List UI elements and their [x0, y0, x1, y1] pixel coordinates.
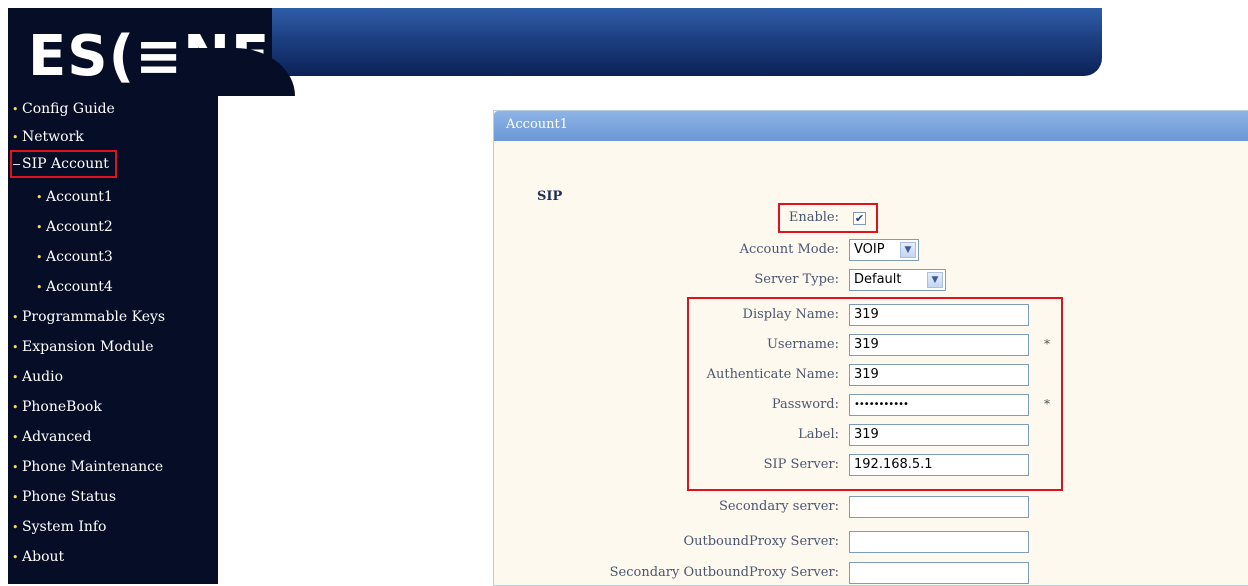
bullet-icon: • — [12, 551, 19, 564]
bullet-icon: • — [12, 341, 19, 354]
label-input[interactable]: 319 — [849, 424, 1029, 446]
bullet-icon: • — [12, 461, 19, 474]
chevron-down-icon: ▼ — [900, 242, 916, 258]
nav-phone-status[interactable]: • Phone Status — [12, 484, 116, 510]
nav-programmable-keys[interactable]: • Programmable Keys — [12, 304, 165, 330]
chevron-down-icon: ▼ — [927, 272, 943, 288]
secondary-outbound-proxy-label: Secondary OutboundProxy Server: — [609, 565, 839, 580]
bullet-icon: • — [12, 491, 19, 504]
nav-label: Phone Status — [22, 489, 117, 505]
server-type-value: Default — [854, 272, 902, 287]
nav-config-guide[interactable]: • Config Guide — [12, 96, 115, 122]
nav-label: Config Guide — [22, 101, 115, 117]
panel-title: Account1 — [506, 117, 569, 132]
nav-label: Audio — [22, 369, 63, 385]
nav-label: Programmable Keys — [22, 309, 166, 325]
nav-about[interactable]: • About — [12, 544, 64, 570]
outbound-proxy-label: OutboundProxy Server: — [683, 534, 839, 549]
nav-account4[interactable]: • Account4 — [36, 274, 113, 300]
username-label: Username: — [766, 337, 839, 352]
account-mode-label: Account Mode: — [739, 242, 839, 257]
nav-account3[interactable]: • Account3 — [36, 244, 113, 270]
nav-label: Phone Maintenance — [22, 459, 164, 475]
nav-label: Account4 — [46, 279, 113, 295]
nav-label: Advanced — [22, 429, 92, 445]
account-mode-select[interactable]: VOIP ▼ — [849, 239, 919, 261]
display-name-label: Display Name: — [742, 307, 839, 322]
bullet-icon: • — [36, 251, 43, 264]
nav-label: Network — [22, 129, 84, 145]
header-banner — [272, 8, 1102, 76]
check-icon: ✔ — [854, 212, 865, 225]
bullet-icon: • — [12, 431, 19, 444]
nav-system-info[interactable]: • System Info — [12, 514, 106, 540]
nav-advanced[interactable]: • Advanced — [12, 424, 91, 450]
panel-header: Account1 — [494, 111, 1248, 141]
nav-label: PhoneBook — [22, 399, 102, 415]
nav-label: About — [22, 549, 65, 565]
authenticate-name-input[interactable]: 319 — [849, 364, 1029, 386]
bullet-icon: • — [12, 371, 19, 384]
sip-server-label: SIP Server: — [763, 457, 839, 472]
bullet-icon: • — [12, 131, 19, 144]
nav-expansion-module[interactable]: • Expansion Module — [12, 334, 154, 360]
collapse-icon: − — [12, 158, 22, 171]
authenticate-name-label: Authenticate Name: — [706, 367, 839, 382]
password-input[interactable]: ••••••••••• — [849, 394, 1029, 416]
nav-account2[interactable]: • Account2 — [36, 214, 113, 240]
bullet-icon: • — [12, 103, 19, 116]
bullet-icon: • — [36, 221, 43, 234]
bullet-icon: • — [12, 311, 19, 324]
nav-sip-account[interactable]: −SIP Account — [10, 150, 117, 178]
nav-phonebook[interactable]: • PhoneBook — [12, 394, 102, 420]
nav-network[interactable]: • Network — [12, 124, 84, 150]
outbound-proxy-input[interactable] — [849, 531, 1029, 553]
section-title-sip: SIP — [537, 189, 563, 204]
secondary-server-input[interactable] — [849, 496, 1029, 518]
nav-label: Expansion Module — [22, 339, 154, 355]
nav-audio[interactable]: • Audio — [12, 364, 63, 390]
account-mode-value: VOIP — [854, 242, 885, 257]
username-input[interactable]: 319 — [849, 334, 1029, 356]
nav-account1[interactable]: • Account1 — [36, 184, 113, 210]
nav-label: System Info — [22, 519, 107, 535]
sip-server-input[interactable]: 192.168.5.1 — [849, 454, 1029, 476]
required-marker: * — [1044, 397, 1050, 411]
display-name-input[interactable]: 319 — [849, 304, 1029, 326]
required-marker: * — [1044, 337, 1050, 351]
bullet-icon: • — [36, 191, 43, 204]
nav-label: SIP Account — [22, 156, 109, 172]
nav-label: Account2 — [46, 219, 113, 235]
secondary-server-label: Secondary server: — [718, 499, 839, 514]
server-type-select[interactable]: Default ▼ — [849, 269, 946, 291]
bullet-icon: • — [36, 281, 43, 294]
bullet-icon: • — [12, 401, 19, 414]
enable-label: Enable: — [788, 210, 839, 225]
sidebar-nav: • Config Guide • Network −SIP Account • Acc… — [8, 96, 218, 584]
password-label: Password: — [771, 397, 839, 412]
nav-phone-maintenance[interactable]: • Phone Maintenance — [12, 454, 163, 480]
nav-label: Account3 — [46, 249, 113, 265]
server-type-label: Server Type: — [754, 272, 839, 287]
label-field-label: Label: — [798, 427, 839, 442]
account-panel: Account1 SIP Enable: ✔ Account Mode: VOI… — [493, 110, 1248, 586]
enable-checkbox[interactable]: ✔ — [853, 212, 866, 225]
nav-label: Account1 — [46, 189, 113, 205]
secondary-outbound-proxy-input[interactable] — [849, 562, 1029, 584]
bullet-icon: • — [12, 521, 19, 534]
